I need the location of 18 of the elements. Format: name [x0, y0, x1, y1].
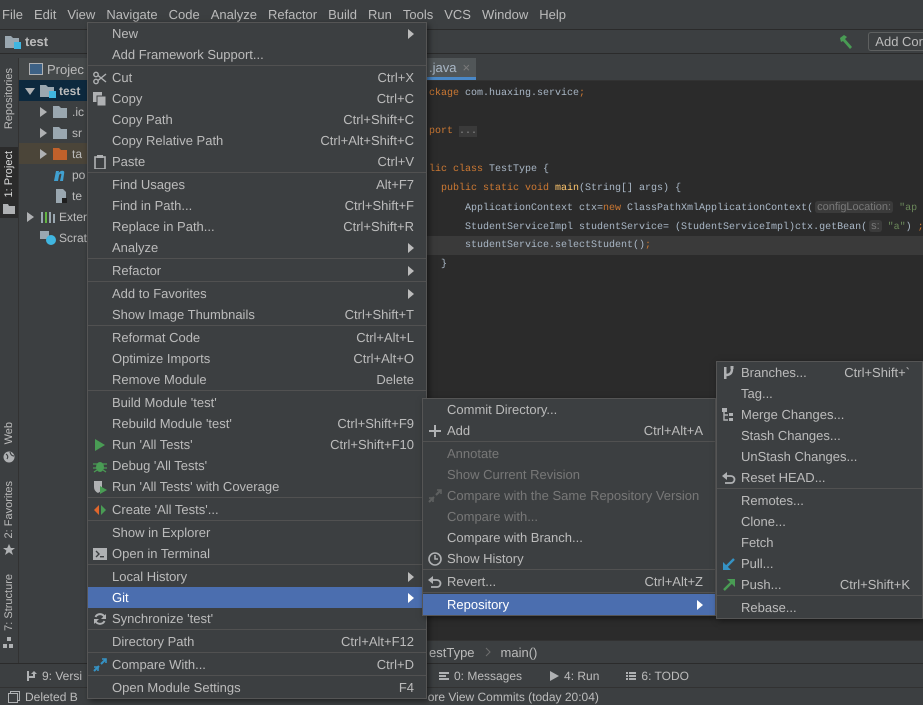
tree-item-label: Scrat — [59, 230, 88, 244]
code-line: ckage com.huaxing.service; — [428, 86, 586, 101]
status-text: Deleted B — [25, 690, 78, 704]
tree-item-label: test — [59, 84, 80, 98]
code-line: } — [440, 258, 448, 272]
code-line: public static void main(String[] args) { — [440, 182, 682, 196]
tree-item-label: sr — [72, 126, 82, 140]
code-line: lic class TestType { — [428, 162, 550, 177]
tree-item-label: po — [72, 168, 86, 182]
tree-item-label: te — [72, 188, 82, 202]
tree-item-label: Exter — [59, 210, 88, 224]
code-line: StudentServiceImpl studentService= (StudentServiceImpl)ctx.getBean( s: "a") ; — [464, 219, 923, 235]
code-line: port ... — [428, 125, 478, 139]
status-text: ore View Commits (today 20:04) — [428, 690, 599, 704]
code-line: ApplicationContext ctx=new ClassPathXmlApplicationContext( configLocation: "ap — [464, 200, 918, 216]
tree-item-label: ta — [72, 146, 82, 160]
tree-item-label: .ic — [72, 104, 84, 118]
panel-title: Projec — [47, 62, 84, 76]
